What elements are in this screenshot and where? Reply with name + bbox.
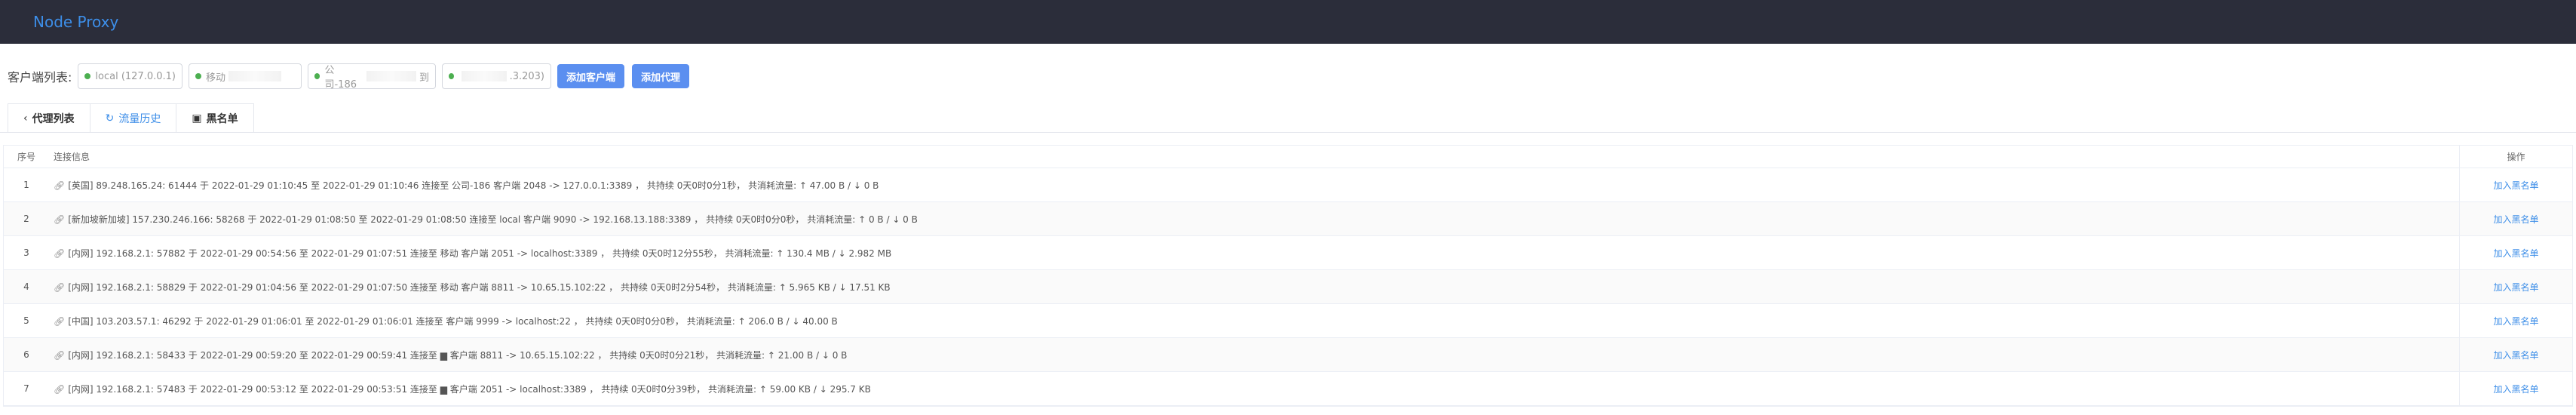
header-info: 连接信息 [54, 152, 90, 162]
link-icon: 🔗︎ [54, 247, 66, 259]
table-row: 7 🔗︎ [内网] 192.168.2.1: 57483 于 2022-01-29… [4, 372, 2572, 406]
table-row: 2 🔗︎ [新加坡新加坡] 157.230.246.166: 58268 于 20… [4, 202, 2572, 236]
add-to-blacklist-link[interactable]: 加入黑名单 [2493, 247, 2538, 260]
row-index: 6 [23, 349, 29, 360]
link-icon: 🔗︎ [54, 180, 66, 191]
link-icon: 🔗︎ [54, 315, 66, 327]
add-to-blacklist-link[interactable]: 加入黑名单 [2493, 179, 2538, 192]
table-row: 5 🔗︎ [中国] 103.203.57.1: 46292 于 2022-01-2… [4, 304, 2572, 338]
row-index: 2 [23, 214, 29, 224]
add-to-blacklist-link[interactable]: 加入黑名单 [2493, 281, 2538, 294]
table-row: 6 🔗︎ [内网] 192.168.2.1: 58433 于 2022-01-29… [4, 338, 2572, 372]
add-to-blacklist-link[interactable]: 加入黑名单 [2493, 349, 2538, 361]
traffic-history-table: 序号 连接信息 操作 1 🔗︎ [英国] 89.248.165.24: 61444… [3, 145, 2573, 407]
add-proxy-button[interactable]: 添加代理 [632, 64, 690, 88]
connection-info: [内网] 192.168.2.1: 57882 于 2022-01-29 00:… [68, 247, 892, 259]
client-name: 移动 [206, 72, 226, 84]
redacted-block [461, 71, 507, 81]
redacted-block [228, 71, 282, 81]
tab-blacklist[interactable]: ▣ 黑名单 [176, 103, 254, 132]
client-name-suffix: 到 [419, 72, 429, 84]
share-icon: ‹ [23, 112, 28, 124]
row-index: 4 [23, 281, 29, 292]
add-to-blacklist-link[interactable]: 加入黑名单 [2493, 213, 2538, 226]
client-chip-mobile[interactable]: 移动 [189, 63, 302, 89]
header-action: 操作 [2459, 146, 2572, 168]
link-icon: 🔗︎ [54, 281, 66, 293]
table-row: 1 🔗︎ [英国] 89.248.165.24: 61444 于 2022-01-… [4, 168, 2572, 202]
connection-info: [中国] 103.203.57.1: 46292 于 2022-01-29 01… [68, 315, 838, 327]
row-index: 7 [23, 383, 29, 394]
connection-info: [内网] 192.168.2.1: 57483 于 2022-01-29 00:… [68, 383, 871, 395]
tab-traffic-history[interactable]: ↻ 流量历史 [89, 103, 177, 132]
connection-info: [内网] 192.168.2.1: 58829 于 2022-01-29 01:… [68, 281, 891, 293]
client-chip-local[interactable]: local (127.0.0.1) [78, 63, 182, 89]
add-client-button[interactable]: 添加客户端 [557, 64, 625, 88]
status-dot-icon [195, 73, 201, 79]
table-row: 4 🔗︎ [内网] 192.168.2.1: 58829 于 2022-01-29… [4, 270, 2572, 304]
status-dot-icon [84, 73, 91, 79]
clients-bar: 客户端列表: local (127.0.0.1) 移动 公司-186 到 .3.… [0, 53, 2576, 100]
monitor-icon: ▣ [192, 112, 202, 124]
row-index: 1 [23, 180, 29, 190]
clients-label: 客户端列表: [8, 70, 72, 85]
refresh-icon: ↻ [105, 112, 115, 124]
table-row: 3 🔗︎ [内网] 192.168.2.1: 57882 于 2022-01-29… [4, 236, 2572, 270]
client-name: 公司-186 [324, 65, 357, 91]
link-icon: 🔗︎ [54, 349, 66, 361]
tab-label: 流量历史 [118, 112, 161, 125]
link-icon: 🔗︎ [54, 383, 66, 395]
client-name-suffix: .3.203) [509, 70, 544, 82]
link-icon: 🔗︎ [54, 214, 66, 225]
add-to-blacklist-link[interactable]: 加入黑名单 [2493, 315, 2538, 327]
app-title: Node Proxy [33, 13, 119, 31]
status-dot-icon [449, 73, 454, 79]
row-index: 3 [23, 247, 29, 258]
tab-proxy-list[interactable]: ‹ 代理列表 [8, 103, 90, 132]
client-chip-company[interactable]: 公司-186 到 [308, 63, 436, 91]
tab-label: 代理列表 [32, 112, 75, 125]
table-header-row: 序号 连接信息 操作 [4, 146, 2572, 168]
client-name: local (127.0.0.1) [95, 70, 176, 82]
tab-label: 黑名单 [206, 112, 238, 125]
status-dot-icon [314, 73, 320, 79]
connection-info: [新加坡新加坡] 157.230.246.166: 58268 于 2022-0… [68, 214, 918, 225]
connection-info: [内网] 192.168.2.1: 58433 于 2022-01-29 00:… [68, 349, 848, 361]
header-index: 序号 [17, 152, 35, 162]
top-bar: Node Proxy [0, 0, 2576, 44]
client-chip-remote[interactable]: .3.203) [442, 63, 551, 89]
tab-bar: ‹ 代理列表 ↻ 流量历史 ▣ 黑名单 [0, 103, 2576, 133]
connection-info: [英国] 89.248.165.24: 61444 于 2022-01-29 0… [68, 180, 879, 191]
add-to-blacklist-link[interactable]: 加入黑名单 [2493, 383, 2538, 395]
redacted-block [366, 71, 416, 81]
row-index: 5 [23, 315, 29, 326]
